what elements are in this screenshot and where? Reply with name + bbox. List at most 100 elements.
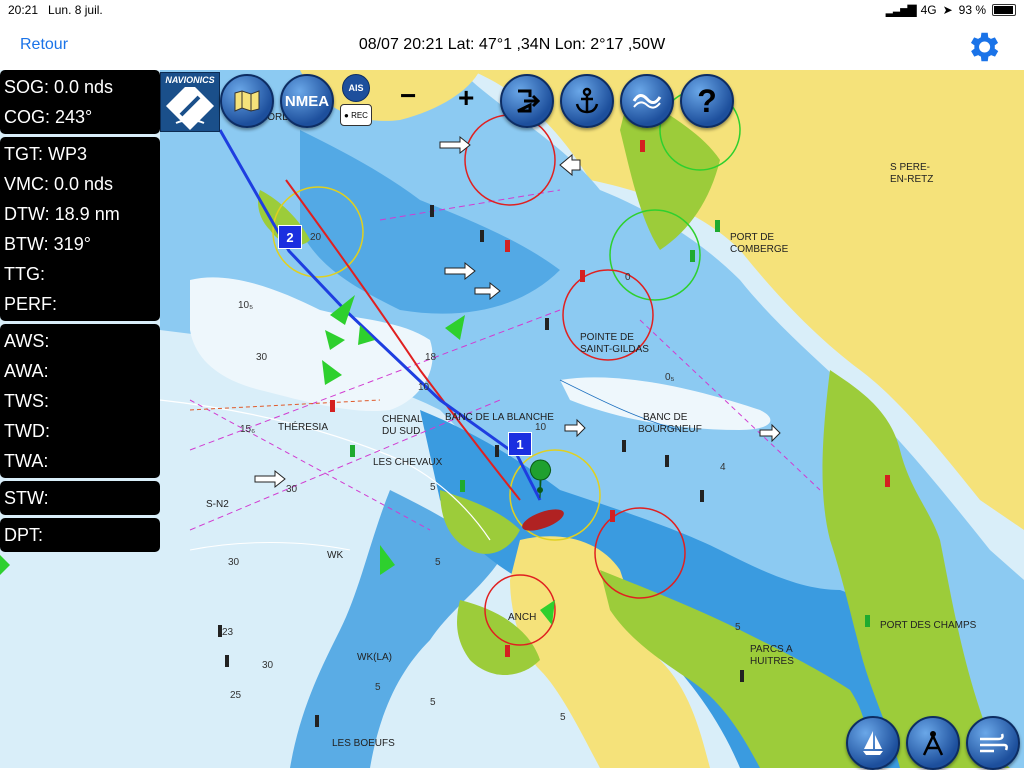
place-label: PORT DE bbox=[730, 232, 774, 243]
map-icon bbox=[234, 90, 260, 112]
stw-readout: STW: bbox=[4, 488, 49, 508]
depth-label: 30 bbox=[286, 484, 298, 495]
battery-icon bbox=[992, 4, 1016, 16]
depth-label: 0₅ bbox=[665, 372, 675, 383]
depth-label: 10₅ bbox=[238, 300, 253, 311]
depth-label: 20 bbox=[310, 232, 322, 243]
exit-route-button[interactable] bbox=[500, 74, 554, 128]
place-label: LES BOEUFS bbox=[332, 738, 395, 749]
tgt-readout: TGT: WP3 bbox=[4, 144, 88, 164]
aws-readout: AWS: bbox=[4, 331, 50, 351]
place-label: SAINT-GILDAS bbox=[580, 344, 649, 355]
navionics-logo[interactable]: NAVIONICS bbox=[160, 72, 220, 132]
instrument-group-wind: AWS: AWA: TWS: TWD: TWA: bbox=[0, 324, 160, 478]
measure-button[interactable] bbox=[906, 716, 960, 770]
waypoint-2-marker[interactable]: 2 bbox=[278, 225, 302, 249]
twd-readout: TWD: bbox=[4, 421, 50, 441]
help-button[interactable]: ? bbox=[680, 74, 734, 128]
place-label: WK(LA) bbox=[357, 652, 392, 663]
place-label: POINTE DE bbox=[580, 332, 634, 343]
depth-label: 5 bbox=[435, 557, 441, 568]
depth-label: 4 bbox=[720, 462, 726, 473]
depth-label: 5 bbox=[735, 622, 741, 633]
depth-label: 10 bbox=[418, 382, 430, 393]
cog-readout: COG: 243° bbox=[4, 107, 93, 127]
anchor-button[interactable] bbox=[560, 74, 614, 128]
waypoint-1-marker[interactable]: 1 bbox=[508, 432, 532, 456]
vmc-readout: VMC: 0.0 nds bbox=[4, 174, 114, 194]
perf-readout: PERF: bbox=[4, 294, 58, 314]
place-label: BANC DE bbox=[643, 412, 688, 423]
sailing-button[interactable] bbox=[846, 716, 900, 770]
zoom-in-button[interactable]: + bbox=[458, 82, 474, 114]
depth-label: 15₆ bbox=[240, 424, 255, 435]
status-time: 20:21 bbox=[8, 3, 39, 17]
instrument-panel: SOG: 0.0 nds COG: 243° TGT: WP3 VMC: 0.0… bbox=[0, 70, 160, 555]
navionics-logo-icon bbox=[165, 87, 215, 131]
place-label: WK bbox=[327, 550, 343, 561]
depth-label: 23 bbox=[222, 627, 234, 638]
ttg-readout: TTG: bbox=[4, 264, 45, 284]
depth-label: 5 bbox=[560, 712, 566, 723]
depth-label: 30 bbox=[256, 352, 268, 363]
awa-readout: AWA: bbox=[4, 361, 49, 381]
depth-label: 30 bbox=[228, 557, 240, 568]
record-button[interactable]: ● REC bbox=[340, 104, 372, 126]
place-label: HUITRES bbox=[750, 656, 794, 667]
dtw-readout: DTW: 18.9 nm bbox=[4, 204, 120, 224]
place-label: BOURGNEUF bbox=[638, 424, 702, 435]
place-label: THÉRESIA bbox=[278, 420, 328, 433]
depth-label: 18 bbox=[425, 352, 437, 363]
depth-label: 10 bbox=[535, 422, 547, 433]
instrument-group-target: TGT: WP3 VMC: 0.0 nds DTW: 18.9 nm BTW: … bbox=[0, 137, 160, 321]
sog-readout: SOG: 0.0 nds bbox=[4, 77, 114, 97]
zoom-out-button[interactable]: − bbox=[400, 80, 416, 112]
place-label: ANCH bbox=[508, 612, 536, 623]
place-label: S PERE- bbox=[890, 162, 930, 173]
anchor-icon bbox=[575, 87, 599, 114]
depth-label: 30 bbox=[262, 660, 274, 671]
chart-layers-button[interactable] bbox=[220, 74, 274, 128]
place-label: PARCS A bbox=[750, 644, 793, 655]
page-title: 08/07 20:21 Lat: 47°1 ,34N Lon: 2°17 ,50… bbox=[358, 36, 666, 53]
tide-button[interactable] bbox=[620, 74, 674, 128]
place-label: S-N2 bbox=[206, 499, 229, 510]
depth-label: 5 bbox=[430, 482, 436, 493]
btw-readout: BTW: 319° bbox=[4, 234, 91, 254]
sailboat-icon bbox=[863, 731, 883, 755]
battery-fill bbox=[994, 6, 1013, 14]
place-label: LES CHEVAUX bbox=[373, 457, 443, 468]
status-date: Lun. 8 juil. bbox=[48, 3, 103, 17]
ais-button[interactable]: AIS bbox=[342, 74, 370, 102]
depth-label: 5 bbox=[375, 682, 381, 693]
depth-label: 0 bbox=[625, 272, 631, 283]
exit-icon bbox=[517, 89, 540, 113]
battery-label: 93 % bbox=[958, 3, 986, 17]
depth-label: 5 bbox=[430, 697, 436, 708]
place-label: EN-RETZ bbox=[890, 174, 933, 185]
instrument-group-stw: STW: bbox=[0, 481, 160, 515]
place-label: CHENAL bbox=[382, 414, 423, 425]
wind-button[interactable] bbox=[966, 716, 1020, 770]
instrument-group-speed: SOG: 0.0 nds COG: 243° bbox=[0, 70, 160, 134]
twa-readout: TWA: bbox=[4, 451, 49, 471]
wind-icon bbox=[980, 733, 1008, 753]
status-bar: 20:21 Lun. 8 juil. ▂▃▅▇ 4G ➤ 93 % bbox=[0, 0, 1024, 20]
tws-readout: TWS: bbox=[4, 391, 49, 411]
place-label: DU SUD bbox=[382, 426, 420, 437]
signal-icon: ▂▃▅▇ bbox=[885, 3, 917, 17]
nav-bar: Retour 08/07 20:21 Lat: 47°1 ,34N Lon: 2… bbox=[0, 20, 1024, 70]
navionics-logo-text: NAVIONICS bbox=[165, 75, 215, 85]
compass-divider-icon bbox=[922, 731, 944, 756]
nmea-button[interactable]: NMEA bbox=[280, 74, 334, 128]
status-right: ▂▃▅▇ 4G ➤ 93 % bbox=[886, 3, 1016, 17]
depth-label: 25 bbox=[230, 690, 242, 701]
settings-gear-icon[interactable] bbox=[964, 28, 1002, 66]
network-label: 4G bbox=[920, 3, 937, 17]
place-label: COMBERGE bbox=[730, 244, 789, 255]
place-label: PORT DES CHAMPS bbox=[880, 620, 977, 631]
status-time-date: 20:21 Lun. 8 juil. bbox=[8, 3, 103, 17]
location-arrow-icon: ➤ bbox=[942, 3, 953, 17]
instrument-group-depth: DPT: bbox=[0, 518, 160, 552]
wave-icon bbox=[632, 94, 662, 109]
